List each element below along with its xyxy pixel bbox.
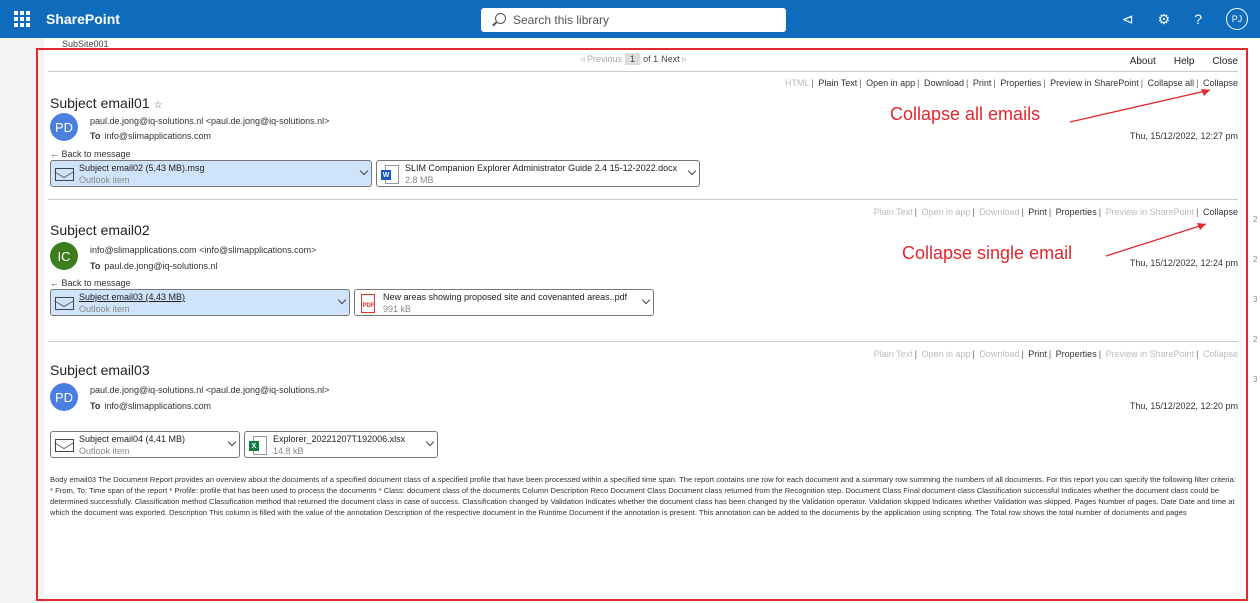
- annotation-collapse-single: Collapse single email: [902, 243, 1073, 263]
- email-to: To paul.de.jong@iq-solutions.nl: [90, 261, 218, 271]
- help-icon[interactable]: ?: [1194, 11, 1202, 27]
- open-in-app-link[interactable]: Open in app: [922, 349, 971, 359]
- download-link[interactable]: Download: [979, 207, 1019, 217]
- email-subject: Subject email03: [50, 362, 150, 378]
- html-link[interactable]: HTML: [785, 78, 810, 88]
- email-from: info@slimapplications.com <info@slimappl…: [90, 245, 317, 255]
- close-link[interactable]: Close: [1212, 56, 1238, 67]
- previous-link[interactable]: ◃ Previous: [580, 54, 622, 65]
- print-link[interactable]: Print: [1028, 349, 1047, 359]
- attachment-xlsx[interactable]: X Explorer_20221207T192006.xlsx 14.8 kB: [244, 431, 438, 458]
- chevron-down-icon[interactable]: [641, 295, 651, 305]
- chevron-down-icon[interactable]: [425, 437, 435, 447]
- avatar: IC: [50, 242, 78, 270]
- envelope-icon: [55, 297, 74, 310]
- page-count: of 1: [643, 54, 659, 64]
- preview-link[interactable]: Preview in SharePoint: [1106, 349, 1195, 359]
- user-avatar[interactable]: PJ: [1226, 8, 1248, 30]
- open-in-app-link[interactable]: Open in app: [922, 207, 971, 217]
- chevron-down-icon[interactable]: [227, 437, 237, 447]
- email-date: Thu, 15/12/2022, 12:27 pm: [1129, 131, 1238, 141]
- search-box[interactable]: Search this library: [481, 8, 786, 32]
- attachment-pdf[interactable]: PDF New areas showing proposed site and …: [354, 289, 654, 316]
- attachment-docx[interactable]: W SLIM Companion Explorer Administrator …: [376, 160, 700, 187]
- email-subject: Subject email01 ☆: [50, 95, 163, 111]
- attachment-msg[interactable]: Subject email02 (5,43 MB).msg Outlook it…: [50, 160, 372, 187]
- viewer-header-links: About Help Close: [1130, 56, 1238, 67]
- properties-link[interactable]: Properties: [1056, 207, 1097, 217]
- email-subject: Subject email02: [50, 222, 150, 238]
- app-header: SharePoint Search this library ⊲ ⚙ ? PJ: [0, 0, 1260, 38]
- back-to-message-link[interactable]: ← Back to message: [50, 149, 131, 159]
- open-in-app-link[interactable]: Open in app: [866, 78, 915, 88]
- app-launcher-icon[interactable]: [14, 11, 30, 27]
- email-actions: Plain Text | Open in app | Download | Print…: [873, 349, 1238, 359]
- help-link[interactable]: Help: [1174, 56, 1195, 67]
- divider: [48, 341, 1238, 342]
- download-link[interactable]: Download: [924, 78, 964, 88]
- divider: [48, 71, 1238, 72]
- email-body: Body email03 The Document Report provide…: [50, 475, 1236, 517]
- avatar: PD: [50, 113, 78, 141]
- attachment-msg[interactable]: Subject email04 (4,41 MB) Outlook item: [50, 431, 240, 458]
- search-input[interactable]: Search this library: [513, 13, 609, 27]
- app-title[interactable]: SharePoint: [46, 11, 120, 27]
- word-icon: W: [381, 165, 400, 185]
- email-to: To info@slimapplications.com: [90, 131, 212, 141]
- megaphone-icon[interactable]: ⊲: [1122, 11, 1134, 28]
- email-date: Thu, 15/12/2022, 12:20 pm: [1129, 401, 1238, 411]
- plain-text-link[interactable]: Plain Text: [818, 78, 857, 88]
- annotation-arrow-collapse-single: [1105, 223, 1207, 257]
- properties-link[interactable]: Properties: [1000, 78, 1041, 88]
- plain-text-link[interactable]: Plain Text: [874, 207, 913, 217]
- pager: ◃ Previous 1 of 1 Next ▹: [580, 53, 687, 65]
- back-to-message-link[interactable]: ← Back to message: [50, 278, 131, 288]
- envelope-icon: [55, 439, 74, 452]
- annotation-arrow-collapse-all: [1069, 89, 1211, 123]
- avatar: PD: [50, 383, 78, 411]
- download-link[interactable]: Download: [979, 349, 1019, 359]
- envelope-icon: [55, 168, 74, 181]
- email-from: paul.de.jong@iq-solutions.nl <paul.de.jo…: [90, 385, 330, 395]
- print-link[interactable]: Print: [973, 78, 992, 88]
- search-icon: [495, 13, 506, 24]
- plain-text-link[interactable]: Plain Text: [874, 349, 913, 359]
- about-link[interactable]: About: [1130, 56, 1156, 67]
- properties-link[interactable]: Properties: [1056, 349, 1097, 359]
- star-icon[interactable]: ☆: [154, 100, 163, 111]
- attachment-msg[interactable]: Subject email03 (4,43 MB) Outlook item: [50, 289, 350, 316]
- side-numbers: 22323: [1253, 215, 1258, 384]
- gear-icon[interactable]: ⚙: [1158, 11, 1171, 28]
- collapse-link[interactable]: Collapse: [1203, 207, 1238, 217]
- preview-link[interactable]: Preview in SharePoint: [1106, 207, 1195, 217]
- chevron-down-icon[interactable]: [687, 166, 697, 176]
- excel-icon: X: [249, 436, 268, 456]
- page-number-input[interactable]: 1: [625, 53, 641, 65]
- divider: [48, 199, 1238, 200]
- collapse-link[interactable]: Collapse: [1203, 349, 1238, 359]
- chevron-down-icon[interactable]: [337, 295, 347, 305]
- chevron-down-icon[interactable]: [359, 166, 369, 176]
- email-actions: Plain Text | Open in app | Download | Print…: [873, 207, 1238, 217]
- annotation-collapse-all: Collapse all emails: [890, 104, 1041, 124]
- email-from: paul.de.jong@iq-solutions.nl <paul.de.jo…: [90, 116, 330, 126]
- email-to: To info@slimapplications.com: [90, 401, 212, 411]
- next-link[interactable]: Next ▹: [661, 54, 687, 65]
- pdf-icon: PDF: [359, 294, 378, 314]
- print-link[interactable]: Print: [1028, 207, 1047, 217]
